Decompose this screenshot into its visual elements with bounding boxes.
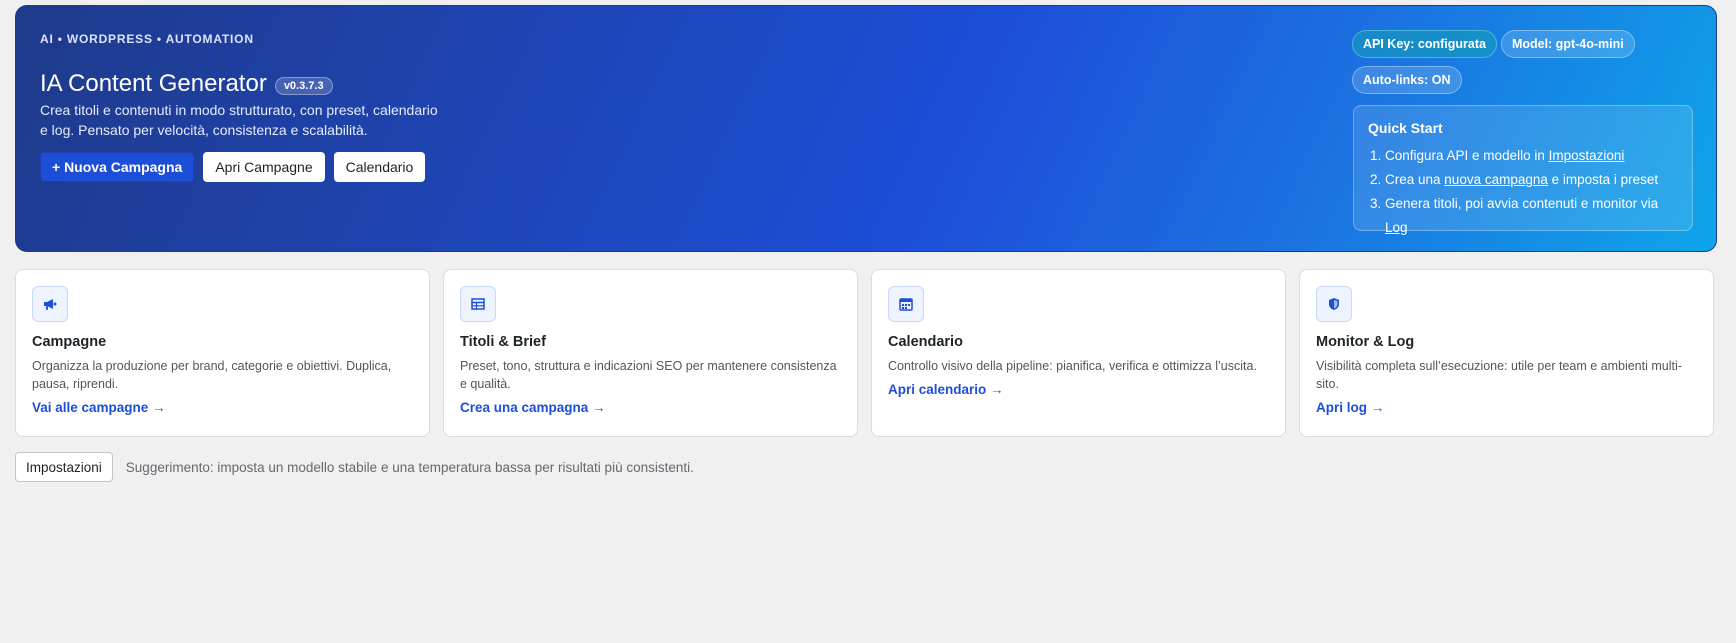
status-pills: API Key: configurata Model: gpt-4o-mini A… bbox=[1352, 30, 1652, 102]
feature-cards: Campagne Organizza la produzione per bra… bbox=[15, 269, 1714, 437]
api-key-badge: API Key: configurata bbox=[1352, 30, 1497, 58]
open-campaigns-button[interactable]: Apri Campagne bbox=[203, 152, 325, 182]
hero-actions: + Nuova Campagna Apri Campagne Calendari… bbox=[40, 152, 426, 182]
settings-link[interactable]: Impostazioni bbox=[1549, 148, 1625, 163]
step-text: Configura API e modello in bbox=[1385, 148, 1549, 163]
footer-bar: Impostazioni Suggerimento: imposta un mo… bbox=[15, 452, 694, 482]
quick-start-steps: Configura API e modello in Impostazioni … bbox=[1368, 144, 1678, 240]
card-text: Visibilità completa sull’esecuzione: uti… bbox=[1316, 359, 1682, 391]
megaphone-icon bbox=[32, 286, 68, 322]
settings-button[interactable]: Impostazioni bbox=[15, 452, 113, 482]
step-text: Genera titoli, poi avvia contenuti e mon… bbox=[1385, 196, 1659, 211]
card-campagne: Campagne Organizza la produzione per bra… bbox=[15, 269, 430, 437]
hero-title-row: IA Content Generator v0.3.7.3 bbox=[40, 70, 333, 98]
card-text: Preset, tono, struttura e indicazioni SE… bbox=[460, 359, 837, 391]
calendar-button[interactable]: Calendario bbox=[333, 152, 426, 182]
page-title: IA Content Generator bbox=[40, 70, 267, 97]
new-campaign-button[interactable]: + Nuova Campagna bbox=[40, 152, 195, 182]
version-badge: v0.3.7.3 bbox=[274, 77, 333, 95]
step-text: Crea una bbox=[1385, 172, 1445, 187]
new-campaign-link[interactable]: nuova campagna bbox=[1444, 172, 1548, 187]
hero-eyebrow: AI • WORDPRESS • AUTOMATION bbox=[40, 32, 254, 46]
card-title: Titoli & Brief bbox=[460, 334, 546, 350]
card-titoli-brief: Titoli & Brief Preset, tono, struttura e… bbox=[443, 269, 858, 437]
quick-start-panel: Quick Start Configura API e modello in I… bbox=[1353, 105, 1693, 235]
card-monitor-log: Monitor & Log Visibilità completa sull’e… bbox=[1299, 269, 1714, 437]
step-text: e imposta i preset bbox=[1547, 172, 1659, 187]
open-calendar-link[interactable]: Apri calendario → bbox=[888, 382, 1269, 397]
log-link[interactable]: Log bbox=[1385, 220, 1408, 235]
table-icon bbox=[460, 286, 496, 322]
autolinks-badge: Auto-links: ON bbox=[1352, 66, 1462, 94]
hint-text: Suggerimento: imposta un modello stabile… bbox=[125, 459, 694, 475]
campaigns-link[interactable]: Vai alle campagne → bbox=[32, 400, 413, 415]
shield-icon bbox=[1316, 286, 1352, 322]
quick-start-step: Configura API e modello in Impostazioni bbox=[1385, 144, 1678, 168]
calendar-icon bbox=[888, 286, 924, 322]
card-text: Organizza la produzione per brand, categ… bbox=[32, 359, 392, 391]
open-log-link[interactable]: Apri log → bbox=[1316, 400, 1697, 415]
create-campaign-link[interactable]: Crea una campagna → bbox=[460, 400, 841, 415]
quick-start-step: Crea una nuova campagna e imposta i pres… bbox=[1385, 168, 1678, 192]
card-title: Campagne bbox=[32, 334, 107, 350]
hero-banner: AI • WORDPRESS • AUTOMATION IA Content G… bbox=[15, 5, 1717, 252]
card-calendario: Calendario Controllo visivo della pipeli… bbox=[871, 269, 1286, 437]
card-text: Controllo visivo della pipeline: pianifi… bbox=[888, 359, 1257, 373]
hero-description: Crea titoli e contenuti in modo struttur… bbox=[40, 102, 438, 138]
card-title: Monitor & Log bbox=[1316, 334, 1415, 350]
card-title: Calendario bbox=[888, 334, 963, 350]
model-badge: Model: gpt-4o-mini bbox=[1500, 30, 1635, 58]
quick-start-title: Quick Start bbox=[1368, 120, 1443, 136]
quick-start-step: Genera titoli, poi avvia contenuti e mon… bbox=[1385, 192, 1678, 240]
